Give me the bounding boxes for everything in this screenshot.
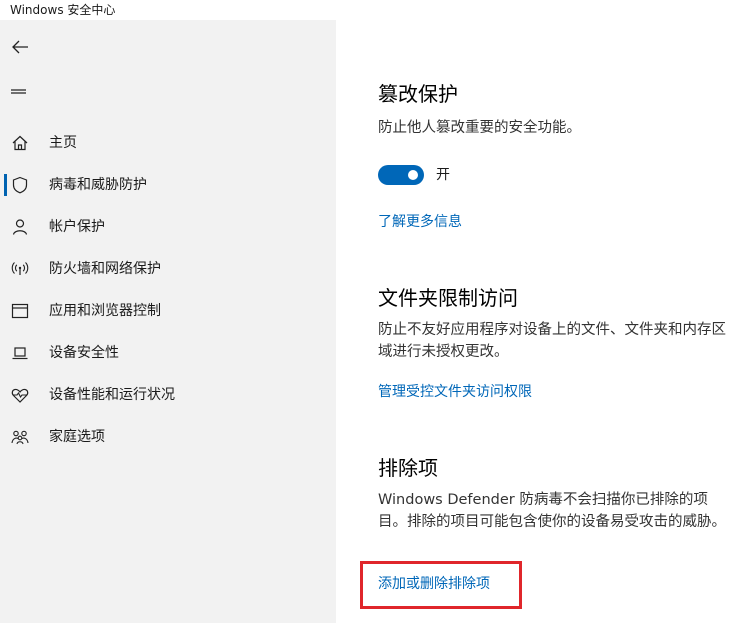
sidebar-item-firewall[interactable]: 防火墙和网络保护 — [0, 250, 336, 288]
heart-pulse-icon — [11, 388, 29, 403]
exclusions-title: 排除项 — [378, 456, 438, 480]
sidebar-item-label: 主页 — [49, 135, 77, 151]
active-indicator — [4, 174, 7, 196]
sidebar-item-label: 家庭选项 — [49, 429, 105, 445]
tamper-protection-description: 防止他人篡改重要的安全功能。 — [378, 120, 581, 136]
sidebar-item-virus-protection[interactable]: 病毒和威胁防护 — [0, 166, 336, 204]
folder-access-description: 防止不友好应用程序对设备上的文件、文件夹和内存区域进行未授权更改。 — [378, 322, 726, 360]
tamper-protection-toggle[interactable] — [378, 165, 424, 185]
tamper-protection-title: 篡改保护 — [378, 82, 458, 106]
sidebar-item-label: 病毒和威胁防护 — [49, 177, 147, 193]
sidebar: 主页 病毒和威胁防护 帐户保护 防火墙和网络保护 应用和浏览器控制 设备安全性 … — [0, 20, 336, 623]
wifi-antenna-icon — [11, 262, 29, 275]
shield-icon — [12, 176, 28, 194]
back-button[interactable] — [8, 34, 34, 60]
sidebar-item-label: 防火墙和网络保护 — [49, 261, 161, 277]
sidebar-item-label: 设备性能和运行状况 — [49, 387, 175, 403]
family-icon — [11, 430, 29, 445]
exclusions-description: Windows Defender 防病毒不会扫描你已排除的项目。排除的项目可能包… — [378, 492, 726, 530]
sidebar-item-device-security[interactable]: 设备安全性 — [0, 334, 336, 372]
sidebar-item-account-protection[interactable]: 帐户保护 — [0, 208, 336, 246]
main-content: 篡改保护 防止他人篡改重要的安全功能。 开 了解更多信息 文件夹限制访问 防止不… — [336, 20, 748, 623]
menu-button[interactable] — [8, 80, 34, 104]
toggle-knob — [408, 170, 418, 180]
sidebar-item-device-performance[interactable]: 设备性能和运行状况 — [0, 376, 336, 414]
manage-folder-access-link[interactable]: 管理受控文件夹访问权限 — [378, 382, 532, 402]
tamper-protection-toggle-state: 开 — [436, 167, 450, 183]
sidebar-item-app-browser-control[interactable]: 应用和浏览器控制 — [0, 292, 336, 330]
person-icon — [12, 219, 28, 235]
home-icon — [12, 135, 28, 151]
sidebar-item-home[interactable]: 主页 — [0, 124, 336, 162]
folder-access-title: 文件夹限制访问 — [378, 286, 518, 310]
highlight-box — [360, 561, 522, 609]
sidebar-item-label: 设备安全性 — [49, 345, 119, 361]
learn-more-link[interactable]: 了解更多信息 — [378, 212, 462, 232]
window-title: Windows 安全中心 — [0, 0, 748, 20]
back-arrow-icon — [12, 40, 28, 54]
hamburger-icon — [11, 89, 26, 94]
sidebar-item-label: 应用和浏览器控制 — [49, 303, 161, 319]
laptop-icon — [12, 347, 28, 360]
sidebar-item-family-options[interactable]: 家庭选项 — [0, 418, 336, 456]
sidebar-item-label: 帐户保护 — [49, 219, 105, 235]
browser-window-icon — [11, 303, 29, 319]
security-center-window: Windows 安全中心 主页 病毒和威胁防护 帐户保护 防火墙和网络保护 应用… — [0, 0, 748, 623]
